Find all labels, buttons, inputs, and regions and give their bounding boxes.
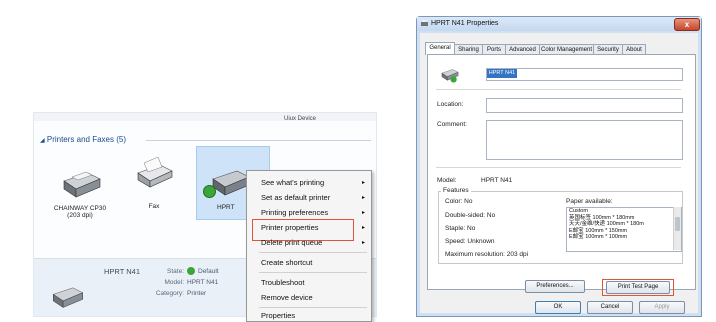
submenu-arrow-icon: ▸: [361, 240, 365, 246]
features-title: Features: [441, 187, 471, 194]
printer-sub: (203 dpi): [67, 212, 93, 219]
comment-input[interactable]: [486, 120, 683, 160]
top-strip: [34, 113, 376, 121]
default-check-icon: [203, 185, 216, 198]
color-feature: Color: No: [445, 198, 473, 205]
menu-item-printer-properties[interactable]: Printer properties: [261, 223, 319, 232]
location-input[interactable]: [486, 98, 683, 113]
context-menu: See what's printing ▸ Set as default pri…: [246, 170, 372, 322]
dialog-title: HPRT N41 Properties: [431, 20, 499, 27]
location-label: Location:: [437, 101, 464, 108]
model-label: Model:: [437, 177, 457, 184]
printer-small-icon: [421, 20, 428, 26]
paper-available-list[interactable]: Custom 英国标签 100mm * 180mm 天天/金维/快递 100mm…: [566, 207, 682, 252]
divider: [436, 167, 681, 168]
scroll-thumb[interactable]: [675, 217, 680, 231]
staple-feature: Staple: No: [445, 225, 476, 232]
submenu-arrow-icon: ▸: [361, 210, 365, 216]
ok-button[interactable]: OK: [535, 301, 581, 314]
list-item[interactable]: E邮宝 100mm * 100mm: [567, 234, 681, 241]
section-title: Printers and Faxes (5): [46, 135, 126, 144]
device-label-partial: Uiux Device: [284, 116, 317, 122]
menu-item-see-printing[interactable]: See what's printing: [261, 178, 324, 187]
default-check-icon: [187, 267, 195, 275]
printer-properties-dialog: HPRT N41 Properties x General Sharing Po…: [416, 16, 702, 317]
printer-name: HPRT: [217, 204, 235, 211]
detail-printer-name: HPRT N41: [104, 267, 140, 276]
section-divider: [146, 140, 371, 141]
printer-icon: [441, 69, 459, 83]
speed-feature: Speed: Unknown: [445, 238, 495, 245]
comment-label: Comment:: [437, 121, 467, 128]
state-label: State:: [167, 268, 184, 275]
printer-icon: [52, 287, 84, 308]
preferences-button[interactable]: Preferences...: [525, 280, 585, 293]
close-button[interactable]: x: [674, 18, 700, 31]
category-label: Category:: [155, 290, 184, 297]
printer-name: Fax: [148, 203, 160, 210]
printer-name: CHAINWAY CP30: [53, 205, 107, 212]
print-test-page-button[interactable]: Print Test Page: [606, 281, 670, 294]
printer-item-chainway[interactable]: CHAINWAY CP30 (203 dpi): [52, 163, 108, 219]
menu-separator: [259, 272, 367, 273]
menu-item-troubleshoot[interactable]: Troubleshoot: [261, 278, 305, 287]
menu-item-set-default[interactable]: Set as default printer: [261, 193, 330, 202]
state-value: Default: [198, 268, 219, 275]
title-bar[interactable]: HPRT N41 Properties: [417, 17, 701, 31]
model-value: HPRT N41: [187, 279, 219, 286]
paper-available-label: Paper available:: [566, 198, 613, 205]
double-sided-feature: Double-sided: No: [445, 212, 496, 219]
menu-item-printing-preferences[interactable]: Printing preferences: [261, 208, 328, 217]
submenu-arrow-icon: ▸: [361, 225, 365, 231]
cancel-button[interactable]: Cancel: [587, 301, 633, 314]
menu-separator: [259, 307, 367, 308]
model-label: Model:: [164, 279, 184, 286]
fax-icon: [137, 156, 173, 188]
max-resolution-feature: Maximum resolution: 203 dpi: [445, 251, 529, 258]
printer-item-fax[interactable]: Fax: [126, 153, 182, 210]
printer-icon: [63, 171, 101, 198]
printer-name-selected-text[interactable]: HPRT N41: [487, 69, 517, 78]
apply-button[interactable]: Apply: [639, 301, 685, 314]
list-scrollbar[interactable]: [673, 207, 681, 250]
collapse-arrow-icon[interactable]: ◢: [40, 138, 45, 144]
printers-section-header[interactable]: ◢ Printers and Faxes (5): [40, 135, 126, 144]
menu-item-remove-device[interactable]: Remove device: [261, 293, 313, 302]
menu-item-create-shortcut[interactable]: Create shortcut: [261, 258, 312, 267]
divider: [436, 89, 681, 90]
model-value: HPRT N41: [481, 177, 513, 184]
menu-item-delete-queue[interactable]: Delete print queue: [261, 238, 322, 247]
category-value: Printer: [187, 290, 207, 297]
submenu-arrow-icon: ▸: [361, 180, 365, 186]
menu-item-properties[interactable]: Properties: [261, 311, 295, 320]
menu-separator: [259, 252, 367, 253]
submenu-arrow-icon: ▸: [361, 195, 365, 201]
